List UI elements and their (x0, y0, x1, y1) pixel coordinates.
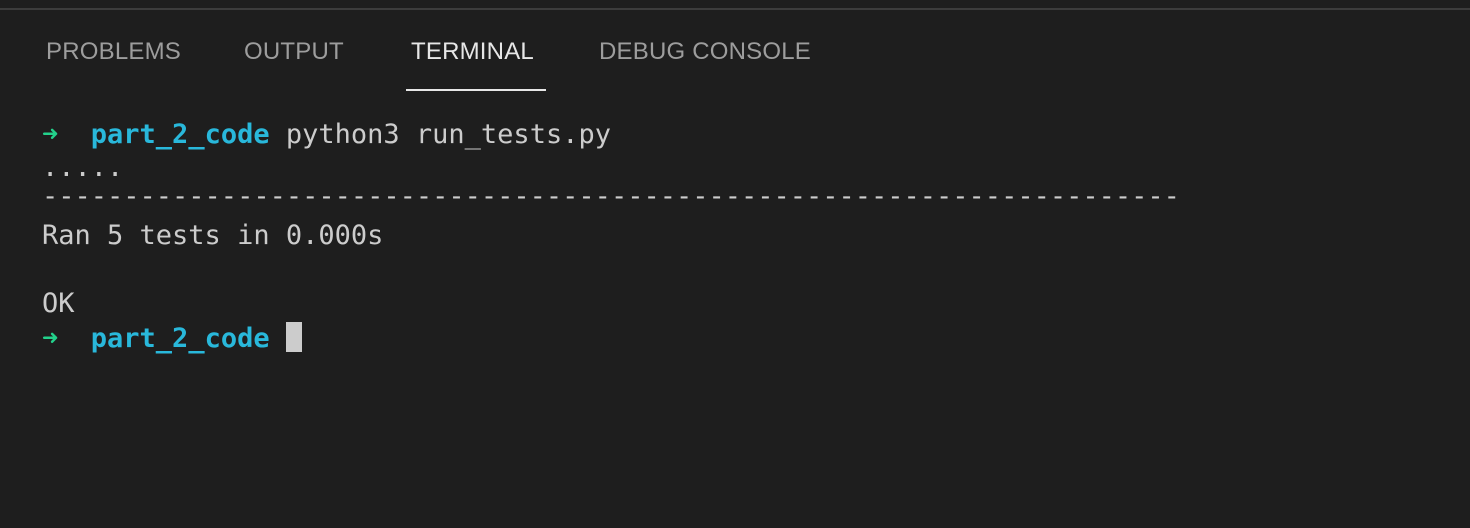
tab-problems[interactable]: PROBLEMS (46, 38, 181, 66)
result-line: OK (42, 288, 75, 319)
prompt-arrow-icon: ➜ (42, 323, 59, 354)
active-tab-indicator (406, 89, 546, 91)
prompt-cwd: part_2_code (90, 119, 270, 150)
terminal-cursor (285, 322, 302, 352)
tab-debug-console[interactable]: DEBUG CONSOLE (599, 38, 811, 66)
prompt-arrow-icon: ➜ (42, 119, 59, 150)
tab-output[interactable]: OUTPUT (244, 38, 344, 66)
panel-tabs: PROBLEMS OUTPUT TERMINAL DEBUG CONSOLE (0, 10, 1470, 92)
command-text: python3 run_tests.py (285, 119, 611, 150)
terminal-panel: PROBLEMS OUTPUT TERMINAL DEBUG CONSOLE ➜… (0, 8, 1470, 528)
tab-terminal[interactable]: TERMINAL (411, 38, 534, 66)
top-strip (0, 0, 1470, 8)
ran-tests-line: Ran 5 tests in 0.000s (42, 220, 384, 251)
separator-line: ----------------------------------------… (42, 181, 1180, 212)
prompt-line-2: ➜ part_2_code (42, 322, 302, 356)
prompt-line-1: ➜ part_2_code python3 run_tests.py (42, 118, 611, 152)
prompt-cwd: part_2_code (90, 323, 270, 354)
